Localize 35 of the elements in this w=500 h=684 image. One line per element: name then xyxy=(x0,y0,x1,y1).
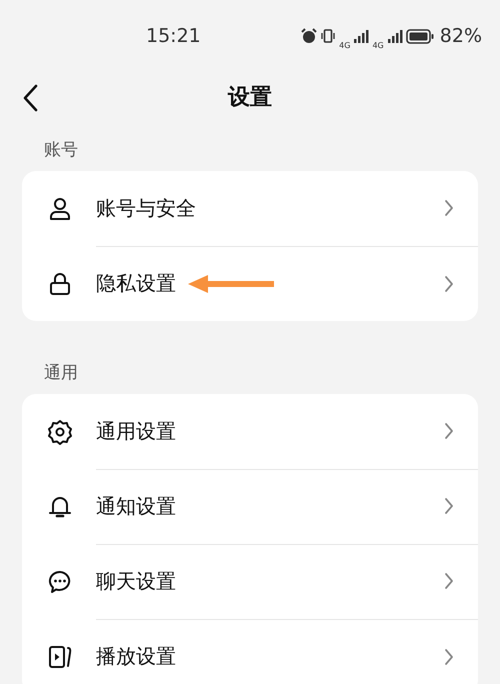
settings-row[interactable]: 账号与安全 xyxy=(22,171,478,246)
signal-icon xyxy=(386,29,403,43)
settings-row[interactable]: 通知设置 xyxy=(22,469,478,544)
chevron-right-icon xyxy=(444,422,454,440)
person-icon xyxy=(47,196,73,222)
play-panel-icon xyxy=(47,644,73,670)
row-label: 播放设置 xyxy=(96,643,176,670)
row-label: 聊天设置 xyxy=(96,568,176,594)
settings-row[interactable]: 聊天设置 xyxy=(22,544,478,619)
settings-row[interactable]: 播放设置 xyxy=(22,619,478,684)
section-label: 账号 xyxy=(43,139,79,162)
chevron-right-icon xyxy=(444,199,454,217)
settings-row[interactable]: 通用设置 xyxy=(22,394,478,469)
row-label: 通用设置 xyxy=(96,418,176,444)
row-label: 通知设置 xyxy=(96,492,176,520)
signal-icon xyxy=(353,29,370,43)
row-label: 账号与安全 xyxy=(96,194,196,222)
chevron-right-icon xyxy=(444,497,454,515)
network-label: 4G xyxy=(339,40,350,50)
battery-percent: 82% xyxy=(440,25,482,47)
vibrate-icon xyxy=(320,28,336,44)
chevron-right-icon xyxy=(444,572,454,590)
page-title: 设置 xyxy=(228,84,272,112)
chat-bubble-icon xyxy=(47,568,73,594)
status-time: 15:21 xyxy=(146,25,201,47)
settings-row[interactable]: 隐私设置 xyxy=(22,246,478,321)
row-label: 隐私设置 xyxy=(96,270,176,297)
chevron-right-icon xyxy=(444,648,454,666)
alarm-icon xyxy=(301,28,318,44)
network-label: 4G xyxy=(372,40,384,50)
chevron-right-icon xyxy=(444,274,454,292)
settings-icon xyxy=(47,418,73,444)
section-label: 通用 xyxy=(43,362,79,385)
lock-icon xyxy=(47,270,73,296)
battery-icon xyxy=(406,28,434,44)
